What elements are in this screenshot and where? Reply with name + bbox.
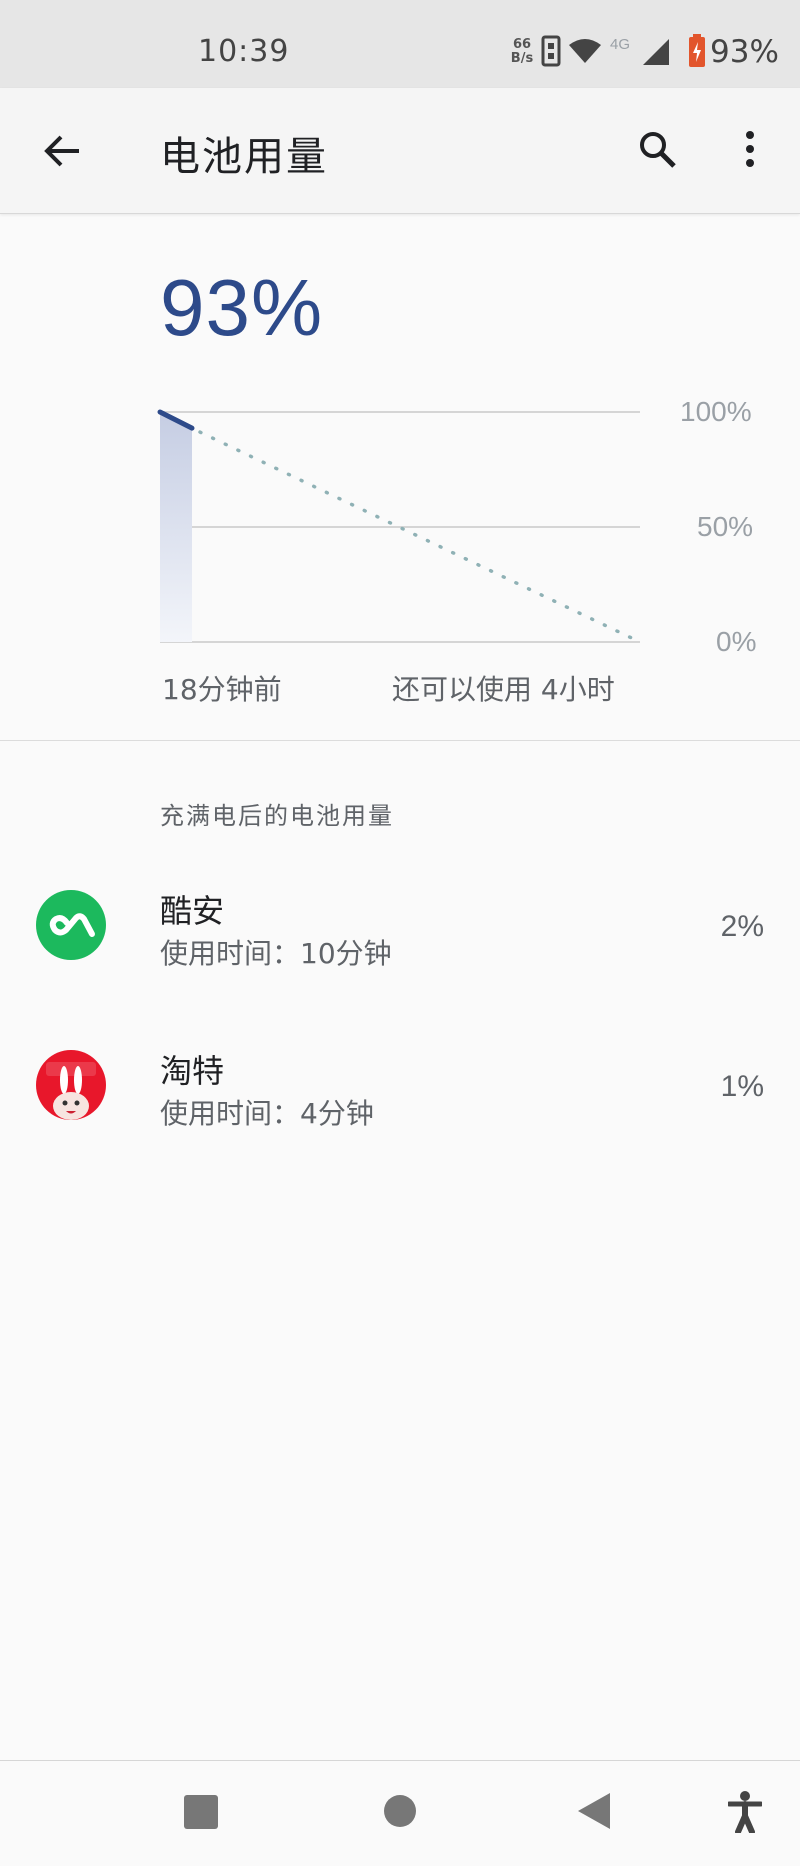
section-divider xyxy=(0,740,800,741)
recents-button[interactable] xyxy=(184,1795,218,1829)
app-usage-percent: 1% xyxy=(720,1070,764,1103)
cell-signal-icon xyxy=(642,38,670,70)
app-row-taote[interactable]: 淘特 使用时间：4分钟 1% xyxy=(0,1010,800,1160)
search-button[interactable] xyxy=(632,124,682,174)
battery-level: 93% xyxy=(160,263,324,352)
accessibility-icon xyxy=(728,1791,762,1833)
search-icon xyxy=(640,132,676,168)
navigation-bar xyxy=(0,1760,800,1866)
status-bar: 10:39 66 B/s 4G 93% xyxy=(0,0,800,88)
y-tick-0: 0% xyxy=(716,626,757,657)
usage-section-header: 充满电后的电池用量 xyxy=(160,802,394,830)
home-button[interactable] xyxy=(384,1795,416,1827)
net-speed-unit: B/s xyxy=(510,51,534,66)
network-type: 4G xyxy=(610,36,631,53)
app-usage-time: 使用时间：4分钟 xyxy=(160,1097,374,1130)
recents-icon xyxy=(184,1795,218,1829)
y-tick-50: 50% xyxy=(697,511,754,542)
taote-icon xyxy=(36,1050,106,1120)
app-name: 酷安 xyxy=(160,892,225,930)
app-row-coolapk[interactable]: 酷安 使用时间：10分钟 2% xyxy=(0,850,800,1000)
vibrate-icon xyxy=(540,34,562,72)
home-icon xyxy=(384,1795,416,1827)
app-bar: 电池用量 xyxy=(0,88,800,214)
net-speed-value: 66 xyxy=(512,37,532,52)
page-title: 电池用量 xyxy=(160,134,328,180)
more-vert-icon xyxy=(746,131,754,167)
status-battery-percent: 93% xyxy=(710,34,779,70)
usage-area xyxy=(160,412,192,642)
more-options-button[interactable] xyxy=(728,124,772,174)
accessibility-button[interactable] xyxy=(728,1791,762,1833)
back-button[interactable] xyxy=(38,126,88,176)
app-usage-percent: 2% xyxy=(720,910,764,943)
wifi-icon xyxy=(568,38,602,68)
app-usage-time: 使用时间：10分钟 xyxy=(160,937,392,970)
y-tick-100: 100% xyxy=(680,396,752,427)
net-speed-indicator: 66 B/s xyxy=(508,38,536,66)
app-name: 淘特 xyxy=(160,1052,225,1090)
status-time: 10:39 xyxy=(198,34,290,69)
back-icon xyxy=(578,1793,610,1829)
arrow-back-icon xyxy=(44,135,79,167)
back-nav-button[interactable] xyxy=(578,1793,610,1829)
battery-charging-icon xyxy=(688,34,706,72)
projection-line xyxy=(198,430,642,644)
chart-end-label: 还可以使用 4小时 xyxy=(392,673,615,706)
coolapk-icon xyxy=(36,890,106,960)
chart-start-label: 18分钟前 xyxy=(162,673,282,706)
